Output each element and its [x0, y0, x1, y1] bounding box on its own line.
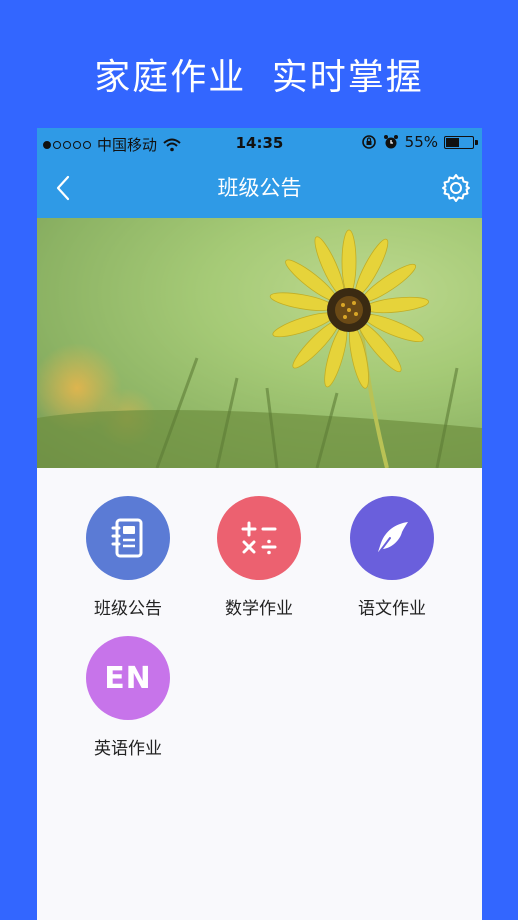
status-bar: 中国移动 14:35 55%	[37, 128, 482, 158]
en-text-icon: EN	[86, 636, 170, 720]
nav-bar: 班级公告	[37, 158, 482, 218]
tile-label: 数学作业	[225, 599, 293, 619]
battery-icon	[444, 135, 478, 149]
battery-fill	[446, 137, 460, 147]
feather-quill-icon	[350, 496, 434, 580]
gear-icon	[442, 174, 470, 202]
tile-math-homework[interactable]: 数学作业	[194, 496, 324, 619]
flower-illustration	[37, 218, 482, 468]
tile-label: 班级公告	[94, 599, 162, 619]
settings-button[interactable]	[440, 172, 472, 204]
tile-class-announcement[interactable]: 班级公告	[63, 496, 193, 619]
page-title: 班级公告	[217, 176, 302, 200]
promo-headline: 家庭作业 实时掌握	[94, 57, 424, 98]
banner-image	[37, 218, 482, 468]
tile-label: 语文作业	[358, 599, 426, 619]
en-icon-text: EN	[104, 660, 152, 696]
status-right: 55%	[361, 133, 478, 151]
math-symbols-icon	[217, 496, 301, 580]
tile-chinese-homework[interactable]: 语文作业	[327, 496, 457, 619]
orientation-lock-icon	[361, 135, 376, 149]
alarm-icon	[383, 135, 398, 149]
battery-percent: 55%	[404, 133, 438, 151]
tile-english-homework[interactable]: EN 英语作业	[63, 636, 193, 759]
tile-label: 英语作业	[94, 739, 162, 759]
phone-screen: 中国移动 14:35 55% 班级公告 班级公告 数学作业 语文作业 EN 英语…	[37, 128, 482, 920]
notebook-icon	[86, 496, 170, 580]
